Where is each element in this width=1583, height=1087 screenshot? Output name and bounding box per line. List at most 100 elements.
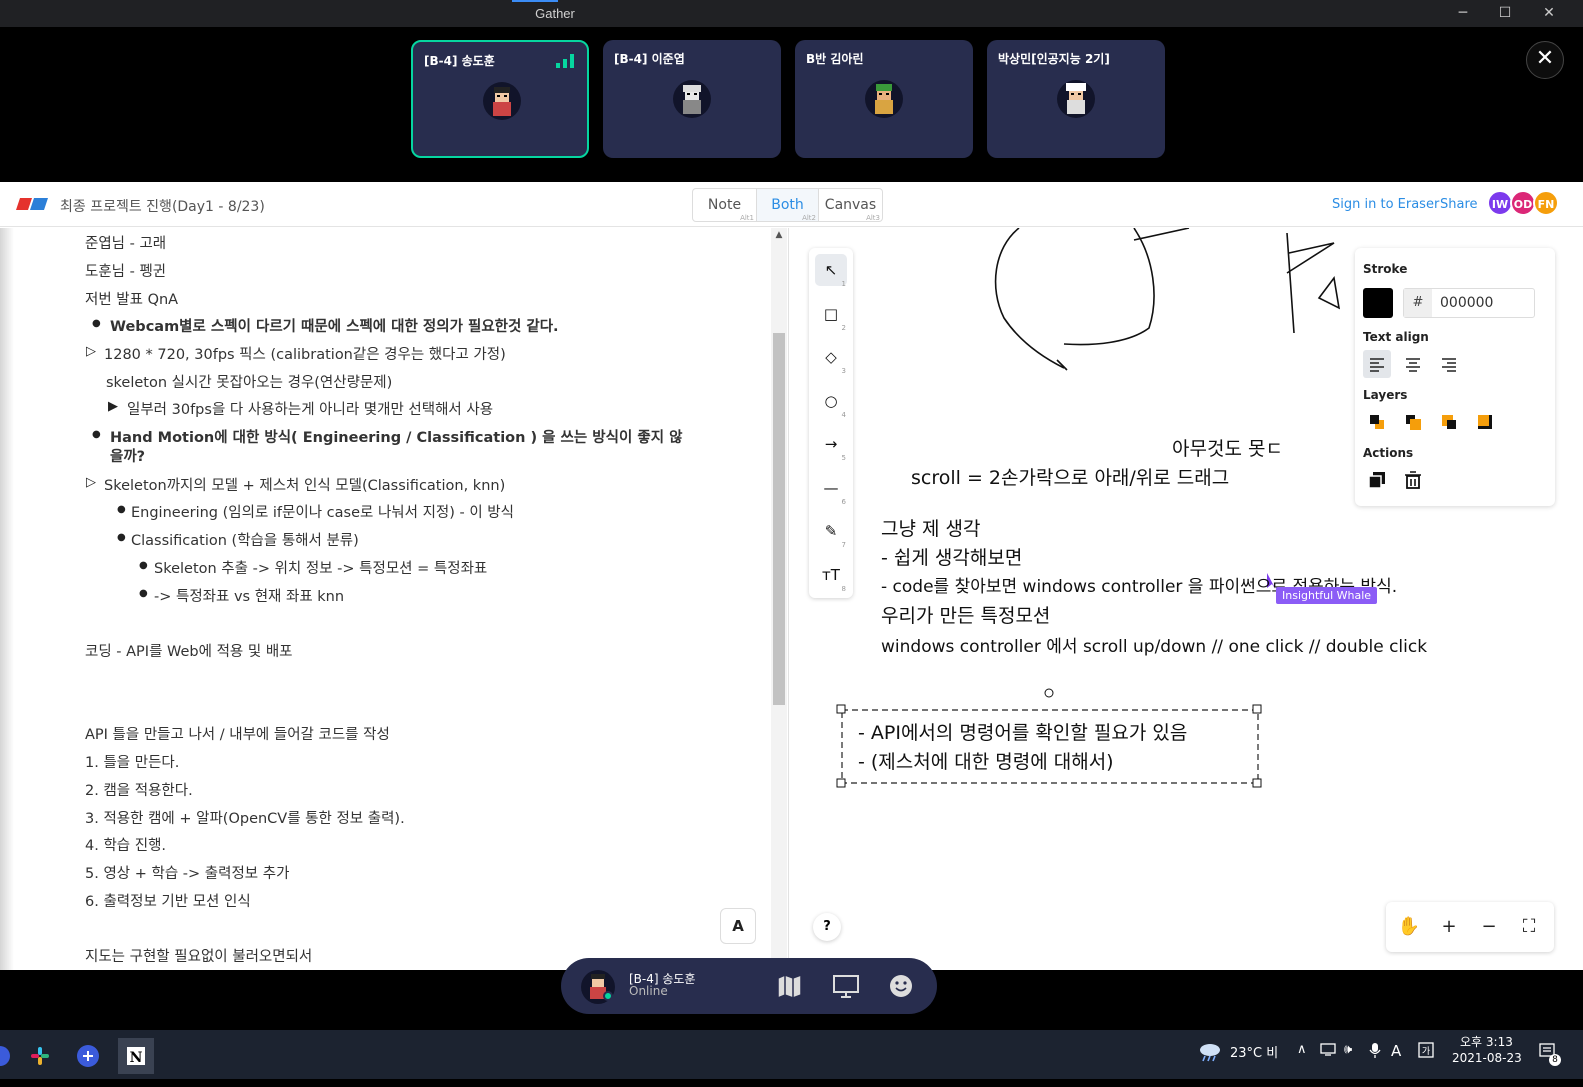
- screen-share-icon[interactable]: [831, 971, 861, 1001]
- align-right-button[interactable]: [1435, 350, 1463, 378]
- share-link[interactable]: Share: [1440, 197, 1478, 212]
- note-line: Skeleton까지의 모델 + 제스처 인식 모델(Classificatio…: [104, 478, 506, 494]
- keyboard-layout-icon[interactable]: 가: [1418, 1042, 1434, 1062]
- zoom-in-button[interactable]: +: [1432, 911, 1466, 943]
- participant-card-2[interactable]: [B-4] 이준엽: [603, 40, 781, 158]
- align-left-button[interactable]: [1363, 350, 1391, 378]
- participant-card-4[interactable]: 박상민[인공지능 2기]: [987, 40, 1165, 158]
- resize-handle[interactable]: [1252, 778, 1262, 788]
- canvas-text[interactable]: 그냥 제 생각: [881, 514, 980, 541]
- avatar: [673, 80, 711, 118]
- select-tool-button[interactable]: ↖ 1: [815, 254, 847, 288]
- canvas-pane[interactable]: ↖ 1 □ 2 ◇ 3 ○ 4 → 5 —6 ✎ 7 ᴛT 8 아무것도 못ㄷ scroll …: [789, 228, 1583, 970]
- scroll-up-icon[interactable]: ▲: [773, 230, 785, 242]
- canvas-text[interactable]: - API에서의 명령어를 확인할 필요가 있음: [858, 718, 1187, 745]
- send-to-back-button[interactable]: [1363, 408, 1391, 436]
- avatar: [483, 82, 521, 120]
- participant-strip: [B-4] 송도훈 [B-4] 이준엽 B반 김아린 박상민[인공지능 2기] …: [0, 27, 1583, 182]
- svg-text:N: N: [130, 1050, 143, 1066]
- canvas-text[interactable]: 우리가 만든 특정모션: [881, 601, 1050, 628]
- send-backward-button[interactable]: [1399, 408, 1427, 436]
- clock-time[interactable]: 오후 3:13: [1460, 1033, 1513, 1050]
- app-partial-icon[interactable]: [0, 1038, 18, 1074]
- note-line: Hand Motion에 대한 방식( Engineering / Classi…: [110, 430, 683, 446]
- mode-note-button[interactable]: Note Alt1: [693, 189, 756, 222]
- zoom-out-button[interactable]: −: [1472, 911, 1506, 943]
- bring-to-front-button[interactable]: [1471, 408, 1499, 436]
- user-avatar-fn[interactable]: FN: [1533, 190, 1559, 216]
- line-tool-button[interactable]: —6: [815, 472, 847, 506]
- help-button[interactable]: ?: [813, 913, 841, 941]
- note-pane[interactable]: 준엽님 - 고래 도훈님 - 펭귄 저번 발표 QnA ● Webcam별로 스…: [0, 228, 789, 970]
- note-line: 4. 학습 진행.: [85, 838, 167, 854]
- participant-card-1[interactable]: [B-4] 송도훈: [411, 40, 589, 158]
- align-center-button[interactable]: [1399, 350, 1427, 378]
- slack-icon[interactable]: [22, 1038, 58, 1074]
- circle-tool-button[interactable]: ○ 4: [815, 385, 847, 419]
- chevron-up-icon[interactable]: ∧: [1297, 1042, 1307, 1057]
- bullet-icon: ●: [92, 429, 101, 440]
- toggle-collapsed-icon[interactable]: ▷: [86, 475, 96, 490]
- canvas-text[interactable]: - 쉽게 생각해보면: [881, 543, 1022, 570]
- microphone-icon[interactable]: [1369, 1042, 1381, 1062]
- minimize-icon[interactable]: ─: [1454, 4, 1472, 22]
- drawing-toolbar: ↖ 1 □ 2 ◇ 3 ○ 4 → 5 —6 ✎ 7 ᴛT 8: [809, 248, 853, 598]
- maximize-icon[interactable]: ☐: [1496, 4, 1514, 22]
- pencil-tool-button[interactable]: ✎ 7: [815, 515, 847, 549]
- bring-forward-icon: [1442, 415, 1456, 429]
- note-line: 6. 출력정보 기반 모션 인식: [85, 894, 251, 910]
- network-icon[interactable]: [1320, 1042, 1336, 1060]
- mode-both-button[interactable]: Both Alt2: [756, 189, 819, 222]
- text-tool-button[interactable]: ᴛT 8: [815, 559, 847, 593]
- bullet-icon: ●: [139, 588, 148, 599]
- note-scrollbar-thumb[interactable]: [773, 333, 785, 705]
- toggle-expanded-icon[interactable]: ▶: [108, 399, 118, 414]
- map-icon[interactable]: [775, 971, 805, 1001]
- stroke-hex-input[interactable]: # 000000: [1403, 288, 1535, 318]
- hand-pan-icon[interactable]: ✋: [1392, 911, 1426, 943]
- duplicate-button[interactable]: [1363, 466, 1391, 494]
- canvas-text[interactable]: windows controller 에서 scroll up/down // …: [881, 632, 1427, 657]
- emoji-icon[interactable]: [886, 971, 916, 1001]
- canvas-text[interactable]: - (제스처에 대한 명령에 대해서): [858, 747, 1114, 774]
- fit-screen-icon[interactable]: ⛶: [1512, 911, 1546, 943]
- canvas-text-part: - code를 찾아보면 windows controller 을: [881, 577, 1209, 597]
- arrow-tool-button[interactable]: → 5: [815, 428, 847, 462]
- rectangle-tool-button[interactable]: □ 2: [815, 298, 847, 332]
- font-style-button[interactable]: A: [720, 908, 756, 944]
- align-center-icon: [1406, 358, 1420, 372]
- resize-handle[interactable]: [836, 704, 846, 714]
- gather-app-icon[interactable]: [70, 1038, 106, 1074]
- participant-card-3[interactable]: B반 김아린: [795, 40, 973, 158]
- stroke-label: Stroke: [1363, 262, 1408, 276]
- note-line: 1. 틀을 만든다.: [85, 755, 180, 771]
- weather-icon[interactable]: [1198, 1040, 1222, 1066]
- mode-shortcut: Alt3: [866, 214, 880, 222]
- weather-text[interactable]: 23°C 비: [1230, 1042, 1278, 1061]
- arrow-icon: →: [824, 435, 838, 453]
- canvas-text[interactable]: 아무것도 못ㄷ: [1172, 434, 1283, 461]
- delete-button[interactable]: [1399, 466, 1427, 494]
- rotate-handle[interactable]: [1044, 688, 1054, 698]
- toggle-collapsed-icon[interactable]: ▷: [86, 344, 96, 359]
- stroke-color-swatch[interactable]: [1363, 288, 1393, 318]
- mode-canvas-button[interactable]: Canvas Alt3: [819, 189, 882, 222]
- notification-count-badge: 8: [1549, 1054, 1561, 1066]
- duplicate-icon: [1368, 472, 1385, 489]
- window-close-icon[interactable]: ✕: [1540, 4, 1558, 22]
- sign-in-link[interactable]: Sign in to Eraser: [1332, 197, 1439, 212]
- canvas-text[interactable]: scroll = 2손가락으로 아래/위로 드래그: [911, 463, 1229, 490]
- bullet-icon: ●: [117, 504, 126, 515]
- notion-icon[interactable]: N: [118, 1038, 154, 1074]
- self-status[interactable]: Online: [629, 984, 668, 998]
- close-panel-button[interactable]: ✕: [1526, 41, 1564, 79]
- mode-shortcut: Alt1: [740, 214, 754, 222]
- volume-icon[interactable]: 🕪: [1344, 1042, 1352, 1057]
- clock-date[interactable]: 2021-08-23: [1452, 1051, 1522, 1065]
- resize-handle[interactable]: [1252, 704, 1262, 714]
- note-line: 지도는 구현할 필요없이 불러오면되서: [85, 949, 313, 965]
- diamond-tool-button[interactable]: ◇ 3: [815, 341, 847, 375]
- ime-indicator[interactable]: A: [1391, 1042, 1401, 1060]
- resize-handle[interactable]: [836, 778, 846, 788]
- bring-forward-button[interactable]: [1435, 408, 1463, 436]
